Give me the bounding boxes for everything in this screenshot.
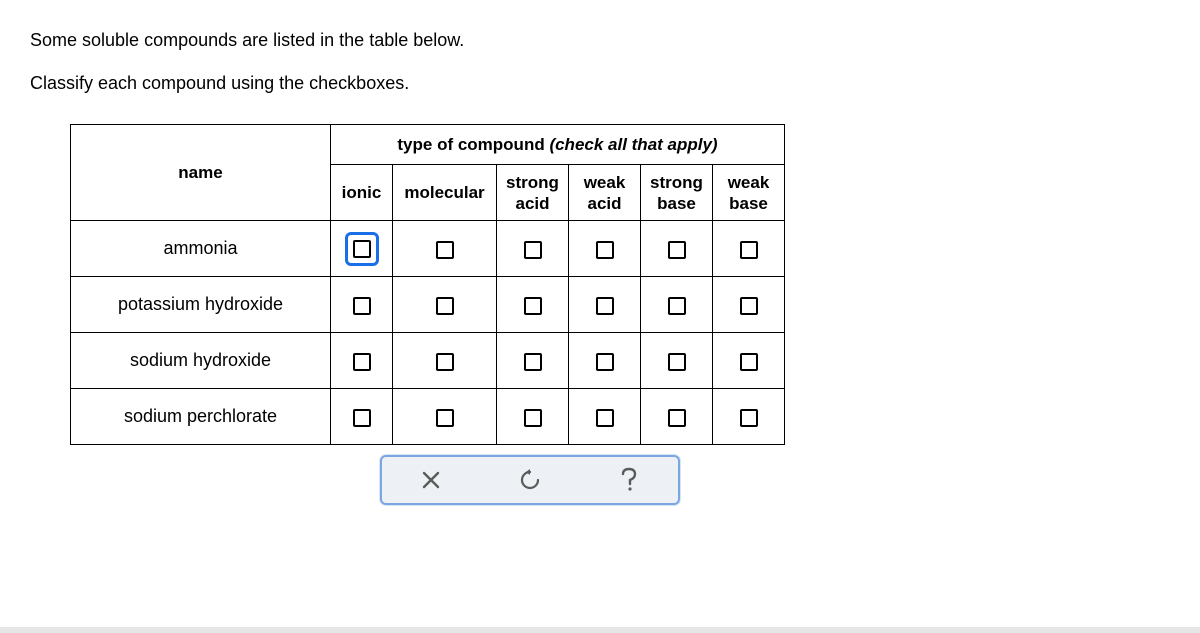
footer-divider: [0, 627, 1200, 633]
header-type-text: type of compound: [397, 135, 549, 154]
checkbox-molecular[interactable]: [436, 297, 454, 315]
checkbox-strong-acid[interactable]: [524, 353, 542, 371]
x-icon: [422, 471, 440, 489]
checkbox-molecular[interactable]: [436, 353, 454, 371]
checkbox-strong-acid[interactable]: [524, 241, 542, 259]
checkbox-strong-base[interactable]: [668, 241, 686, 259]
header-strong-acid: strong acid: [497, 165, 569, 221]
header-type-italic: (check all that apply): [549, 135, 717, 154]
header-type-group: type of compound (check all that apply): [331, 125, 785, 165]
checkbox-strong-base[interactable]: [668, 297, 686, 315]
table-row: sodium hydroxide: [71, 333, 785, 389]
checkbox-weak-acid[interactable]: [596, 241, 614, 259]
checkbox-molecular[interactable]: [436, 241, 454, 259]
table-row: potassium hydroxide: [71, 277, 785, 333]
checkbox-weak-base[interactable]: [740, 297, 758, 315]
checkbox-ionic[interactable]: [353, 297, 371, 315]
reset-button[interactable]: [485, 457, 575, 503]
checkbox-focus-ring: [345, 232, 379, 266]
header-weak-base: weak base: [713, 165, 785, 221]
compound-name: sodium perchlorate: [71, 389, 331, 445]
checkbox-weak-base[interactable]: [740, 241, 758, 259]
header-molecular: molecular: [393, 165, 497, 221]
compound-name: potassium hydroxide: [71, 277, 331, 333]
compound-table: name type of compound (check all that ap…: [70, 124, 785, 445]
help-button[interactable]: [584, 457, 674, 503]
intro-line-1: Some soluble compounds are listed in the…: [30, 28, 1170, 53]
checkbox-strong-base[interactable]: [668, 409, 686, 427]
checkbox-weak-acid[interactable]: [596, 297, 614, 315]
checkbox-molecular[interactable]: [436, 409, 454, 427]
checkbox-ionic[interactable]: [353, 240, 371, 258]
checkbox-strong-acid[interactable]: [524, 297, 542, 315]
undo-icon: [519, 469, 541, 491]
clear-button[interactable]: [386, 457, 476, 503]
header-strong-base: strong base: [641, 165, 713, 221]
header-name: name: [71, 125, 331, 221]
answer-toolbar: [380, 455, 680, 505]
table-row: sodium perchlorate: [71, 389, 785, 445]
compound-name: sodium hydroxide: [71, 333, 331, 389]
compound-name: ammonia: [71, 221, 331, 277]
table-row: ammonia: [71, 221, 785, 277]
header-weak-acid: weak acid: [569, 165, 641, 221]
checkbox-weak-acid[interactable]: [596, 353, 614, 371]
intro-line-2: Classify each compound using the checkbo…: [30, 71, 1170, 96]
checkbox-ionic[interactable]: [353, 409, 371, 427]
checkbox-ionic[interactable]: [353, 353, 371, 371]
checkbox-strong-acid[interactable]: [524, 409, 542, 427]
checkbox-weak-base[interactable]: [740, 409, 758, 427]
question-icon: [621, 467, 637, 493]
header-ionic: ionic: [331, 165, 393, 221]
checkbox-weak-acid[interactable]: [596, 409, 614, 427]
checkbox-weak-base[interactable]: [740, 353, 758, 371]
checkbox-strong-base[interactable]: [668, 353, 686, 371]
